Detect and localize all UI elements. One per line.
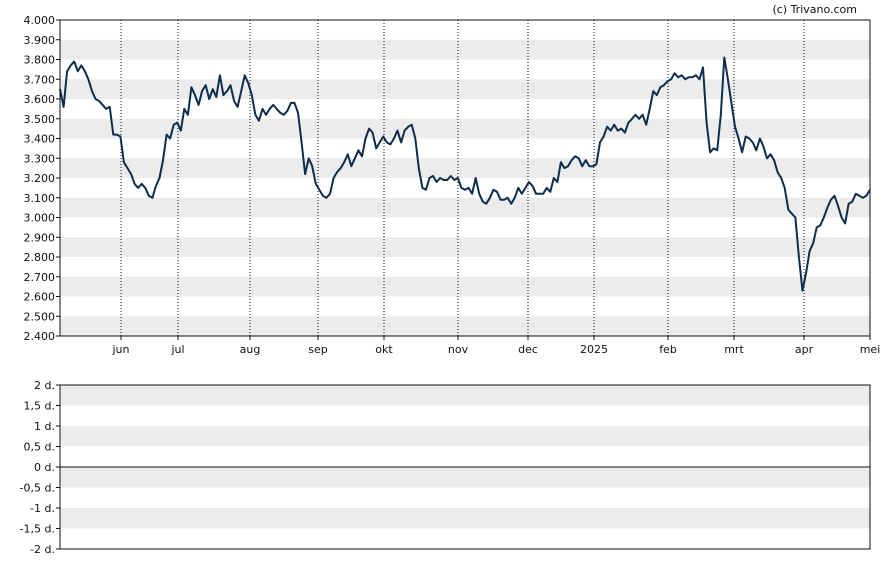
x-tick-label: 2025	[580, 343, 608, 356]
band	[60, 39, 870, 60]
band	[60, 508, 870, 529]
x-tick-label: mrt	[724, 343, 744, 356]
band	[60, 426, 870, 447]
x-tick-label: sep	[308, 343, 327, 356]
top-chart-bands	[60, 39, 870, 336]
y-tick-label: 2.900	[24, 231, 56, 244]
bottom-chart-bands	[60, 385, 870, 529]
y-tick-label: -0,5 d.	[20, 482, 55, 495]
band	[60, 276, 870, 297]
band	[60, 197, 870, 218]
y-tick-label: -1 d.	[30, 502, 55, 515]
y-tick-label: 4.000	[24, 14, 56, 27]
band	[60, 79, 870, 99]
y-tick-label: 2.500	[24, 310, 56, 323]
y-tick-label: 3.100	[24, 192, 56, 205]
chart-svg: (c) Trivano.com 4.000 3.900 3.800 3.700 3.60…	[20, 3, 881, 556]
y-tick-label: 2.800	[24, 251, 56, 264]
y-tick-label: 0,5 d.	[24, 441, 55, 454]
band	[60, 237, 870, 257]
y-tick-label: 3.600	[24, 93, 56, 106]
top-chart-x-axis: jun jul aug sep okt nov dec 2025 feb mrt apr mei	[112, 336, 881, 356]
y-tick-label: 3.400	[24, 133, 56, 146]
x-tick-label: feb	[659, 343, 677, 356]
y-tick-label: 2.600	[24, 291, 56, 304]
y-tick-label: 3.200	[24, 172, 56, 185]
x-tick-label: jun	[112, 343, 130, 356]
x-tick-label: dec	[518, 343, 538, 356]
x-tick-label: jul	[170, 343, 184, 356]
y-tick-label: 2.700	[24, 271, 56, 284]
x-tick-label: mei	[860, 343, 881, 356]
y-tick-label: 3.700	[24, 73, 56, 86]
chart-root: (c) Trivano.com 4.000 3.900 3.800 3.700 3.60…	[0, 0, 888, 565]
y-tick-label: 3.800	[24, 54, 56, 67]
y-tick-label: 2.400	[24, 330, 56, 343]
y-tick-label: 3.900	[24, 34, 56, 47]
y-tick-label: 1 d.	[34, 420, 55, 433]
x-tick-label: nov	[448, 343, 469, 356]
y-tick-label: 0 d.	[34, 461, 55, 474]
y-tick-label: -1,5 d.	[20, 523, 55, 536]
y-tick-label: 2 d.	[34, 379, 55, 392]
x-tick-label: aug	[240, 343, 261, 356]
y-tick-label: 1,5 d.	[24, 400, 55, 413]
copyright-label: (c) Trivano.com	[772, 3, 857, 16]
top-chart-y-axis: 4.000 3.900 3.800 3.700 3.600 3.500 3.400 3.300…	[24, 14, 60, 343]
y-tick-label: 3.300	[24, 152, 56, 165]
x-tick-label: okt	[375, 343, 393, 356]
x-tick-label: apr	[795, 343, 814, 356]
y-tick-label: -2 d.	[30, 543, 55, 556]
y-tick-label: 3.500	[24, 113, 56, 126]
band	[60, 385, 870, 406]
band	[60, 467, 870, 488]
y-tick-label: 3.000	[24, 212, 56, 225]
bottom-chart-y-axis: 2 d. 1,5 d. 1 d. 0,5 d. 0 d. -0,5 d. -1 d. -1,5…	[20, 379, 60, 556]
band	[60, 158, 870, 178]
band	[60, 316, 870, 336]
